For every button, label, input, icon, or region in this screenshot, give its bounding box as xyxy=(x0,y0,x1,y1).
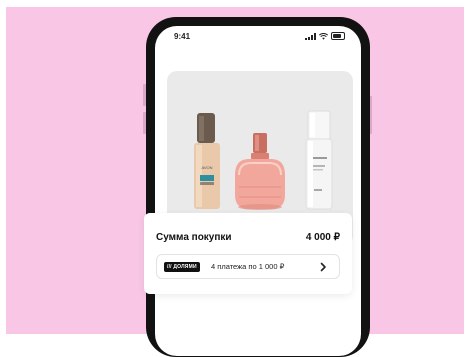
status-bar: 9:41 xyxy=(155,26,361,48)
purchase-sum-value: 4 000 ₽ xyxy=(305,232,340,243)
phone-frame: 9:41 AVON xyxy=(146,17,370,357)
dolyami-badge: /// ДОЛЯМИ xyxy=(164,262,200,272)
status-time: 9:41 xyxy=(174,32,191,41)
wifi-icon xyxy=(319,32,328,40)
serum-bottle xyxy=(305,110,333,210)
phone-screen: 9:41 AVON xyxy=(155,26,361,356)
chevron-right-icon xyxy=(320,262,326,272)
foundation-bottle: AVON xyxy=(194,113,220,209)
installment-text: 4 платежа по 1 000 ₽ xyxy=(211,262,285,271)
purchase-summary-card: Сумма покупки 4 000 ₽ /// ДОЛЯМИ 4 плате… xyxy=(144,213,352,294)
svg-text:AVON: AVON xyxy=(201,165,212,170)
installment-option[interactable]: /// ДОЛЯМИ 4 платежа по 1 000 ₽ xyxy=(156,254,340,279)
perfume-bottle xyxy=(235,133,285,210)
purchase-sum-label: Сумма покупки xyxy=(156,232,232,243)
signal-icon xyxy=(305,32,316,40)
battery-icon xyxy=(331,32,345,40)
